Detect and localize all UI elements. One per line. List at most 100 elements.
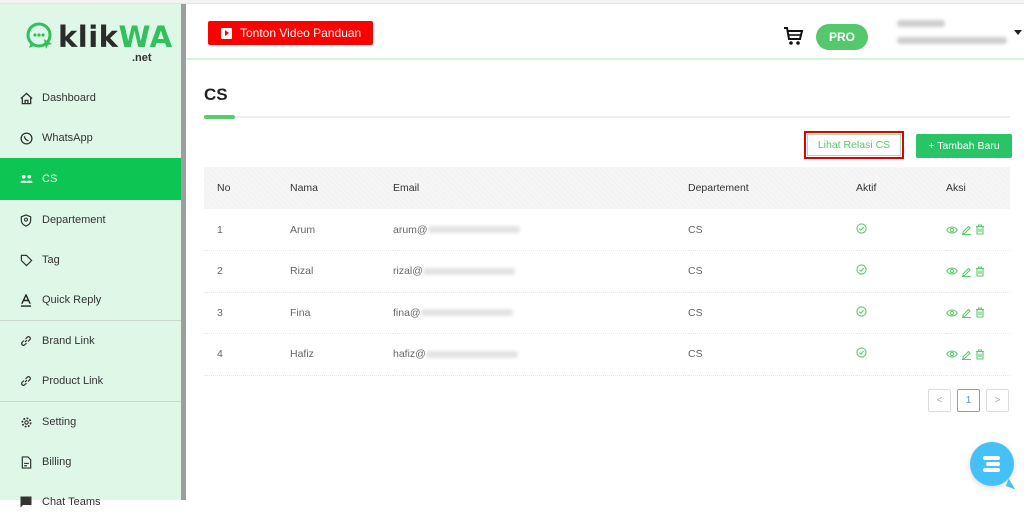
- sidebar-item-billing[interactable]: Billing: [0, 442, 182, 482]
- table-row: 4 Hafiz hafiz@ CS: [204, 334, 1010, 376]
- title-divider: [204, 116, 1010, 118]
- check-circle-icon: [856, 347, 867, 358]
- user-name-redacted: [897, 20, 945, 27]
- document-icon: [19, 455, 33, 469]
- cart-icon[interactable]: [783, 25, 805, 47]
- chat-lines-icon: [983, 468, 1000, 472]
- title-accent-bar: [204, 115, 235, 119]
- cell-email: arum@: [393, 209, 688, 251]
- view-cs-relation-button[interactable]: Lihat Relasi CS: [804, 131, 904, 159]
- sidebar-item-label: WhatsApp: [42, 132, 93, 144]
- sidebar-item-cs[interactable]: CS: [0, 158, 182, 200]
- sidebar-item-chat-teams[interactable]: Chat Teams: [0, 482, 182, 522]
- cell-departement: CS: [688, 223, 703, 236]
- chat-bubble-logo-icon: [26, 22, 52, 49]
- sidebar-item-tag[interactable]: Tag: [0, 240, 182, 280]
- user-menu[interactable]: [897, 16, 1012, 50]
- email-prefix: hafiz@: [393, 348, 426, 361]
- sidebar-item-product-link[interactable]: Product Link: [0, 361, 182, 401]
- check-circle-icon: [856, 306, 867, 317]
- brand-logo[interactable]: klikWA .net: [26, 18, 172, 68]
- email-domain-redacted: [420, 309, 513, 317]
- home-icon: [19, 91, 33, 105]
- cell-aksi: [946, 209, 1010, 251]
- column-header-departement[interactable]: Departement: [688, 167, 856, 209]
- cell-departement: CS: [688, 348, 703, 361]
- prev-page-button[interactable]: <: [928, 389, 951, 412]
- sidebar-item-whatsapp[interactable]: WhatsApp: [0, 118, 182, 158]
- column-header-no[interactable]: No: [204, 167, 290, 209]
- add-new-button[interactable]: + Tambah Baru: [916, 134, 1012, 158]
- view-eye-icon[interactable]: [946, 225, 958, 235]
- delete-trash-icon[interactable]: [975, 266, 985, 277]
- user-email-redacted: [897, 37, 1007, 44]
- sidebar-scrollbar[interactable]: [181, 4, 186, 500]
- edit-pencil-icon[interactable]: [961, 266, 972, 277]
- email-prefix: arum@: [393, 223, 428, 236]
- sidebar-nav: Dashboard WhatsApp CS Departement Tag Qu…: [0, 78, 182, 522]
- chat-lines-icon: [986, 462, 1000, 466]
- cell-nama: Hafiz: [290, 348, 314, 361]
- email-domain-redacted: [422, 267, 515, 275]
- cell-no: 3: [217, 306, 223, 319]
- cell-no: 1: [217, 223, 223, 236]
- link-icon: [19, 374, 33, 388]
- tag-icon: [19, 253, 33, 267]
- view-cs-relation-label: Lihat Relasi CS: [807, 134, 901, 156]
- badge-icon: [19, 213, 33, 227]
- table-row: 2 Rizal rizal@ CS: [204, 251, 1010, 293]
- view-eye-icon[interactable]: [946, 308, 958, 318]
- sidebar-item-label: Chat Teams: [42, 496, 101, 508]
- edit-pencil-icon[interactable]: [961, 307, 972, 319]
- brand-suffix: .net: [132, 52, 152, 64]
- sidebar-item-setting[interactable]: Setting: [0, 402, 182, 442]
- column-header-aktif[interactable]: Aktif: [856, 167, 946, 209]
- column-header-email[interactable]: Email: [393, 167, 688, 209]
- cell-no: 4: [217, 348, 223, 361]
- video-guide-button[interactable]: Tonton Video Panduan: [208, 21, 373, 45]
- email-prefix: rizal@: [393, 265, 423, 278]
- cell-departement: CS: [688, 306, 703, 319]
- delete-trash-icon[interactable]: [975, 349, 985, 360]
- email-domain-redacted: [427, 226, 520, 234]
- sidebar-item-label: Brand Link: [42, 335, 95, 347]
- cs-table: No Nama Email Departement Aktif Aksi 1 A…: [204, 167, 1010, 376]
- caret-down-icon[interactable]: [1014, 30, 1022, 35]
- users-icon: [19, 172, 33, 186]
- email-domain-redacted: [425, 350, 518, 358]
- chat-icon: [19, 495, 33, 509]
- sidebar: klikWA .net Dashboard WhatsApp CS Depart…: [0, 4, 182, 508]
- column-header-aksi: Aksi: [946, 182, 966, 194]
- brand-wordmark: klikWA: [58, 20, 173, 54]
- column-header-nama[interactable]: Nama: [290, 167, 393, 209]
- sidebar-item-dashboard[interactable]: Dashboard: [0, 78, 182, 118]
- delete-trash-icon[interactable]: [975, 224, 985, 235]
- view-eye-icon[interactable]: [946, 266, 958, 276]
- cell-nama: Arum: [290, 223, 316, 236]
- live-chat-button[interactable]: [970, 442, 1014, 486]
- sidebar-item-label: Quick Reply: [42, 294, 102, 306]
- sidebar-item-brand-link[interactable]: Brand Link: [0, 321, 182, 361]
- cell-nama: Fina: [290, 306, 311, 319]
- view-eye-icon[interactable]: [946, 349, 958, 359]
- sidebar-item-label: Billing: [42, 456, 72, 468]
- edit-pencil-icon[interactable]: [961, 224, 972, 235]
- next-page-button[interactable]: >: [986, 389, 1009, 412]
- play-icon: [221, 27, 232, 39]
- chat-lines-icon: [983, 456, 1000, 460]
- page-1-button[interactable]: 1: [957, 389, 980, 412]
- table-header-row: No Nama Email Departement Aktif Aksi: [204, 167, 1010, 209]
- delete-trash-icon[interactable]: [975, 307, 985, 318]
- cell-email: rizal@: [393, 251, 688, 293]
- table-row: 3 Fina fina@ CS: [204, 292, 1010, 334]
- sidebar-item-quick-reply[interactable]: Quick Reply: [0, 280, 182, 320]
- cell-nama: Rizal: [290, 265, 314, 278]
- pagination: < 1 >: [928, 389, 1009, 412]
- cell-aksi: [946, 251, 1010, 293]
- cell-departement: CS: [688, 265, 703, 278]
- edit-pencil-icon[interactable]: [961, 349, 972, 360]
- email-prefix: fina@: [393, 306, 421, 319]
- link-icon: [19, 334, 33, 348]
- sidebar-item-departement[interactable]: Departement: [0, 200, 182, 240]
- cell-aktif: [856, 334, 946, 376]
